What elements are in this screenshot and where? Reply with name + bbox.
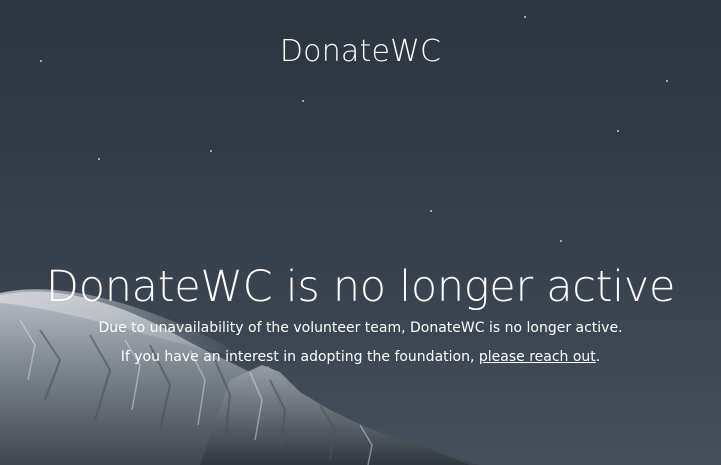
contact-message-prefix: If you have an interest in adopting the …	[120, 349, 479, 365]
contact-message: If you have an interest in adopting the …	[0, 349, 721, 365]
reach-out-link[interactable]: please reach out	[479, 349, 596, 365]
mountain-background-image	[0, 289, 480, 465]
status-message: Due to unavailability of the volunteer t…	[98, 320, 623, 336]
contact-message-suffix: .	[595, 349, 601, 365]
brand-title: DonateWC	[279, 34, 442, 69]
page-headline: DonateWC is no longer active	[45, 262, 676, 312]
page: DonateWC DonateWC is no longer active Du…	[0, 0, 721, 465]
